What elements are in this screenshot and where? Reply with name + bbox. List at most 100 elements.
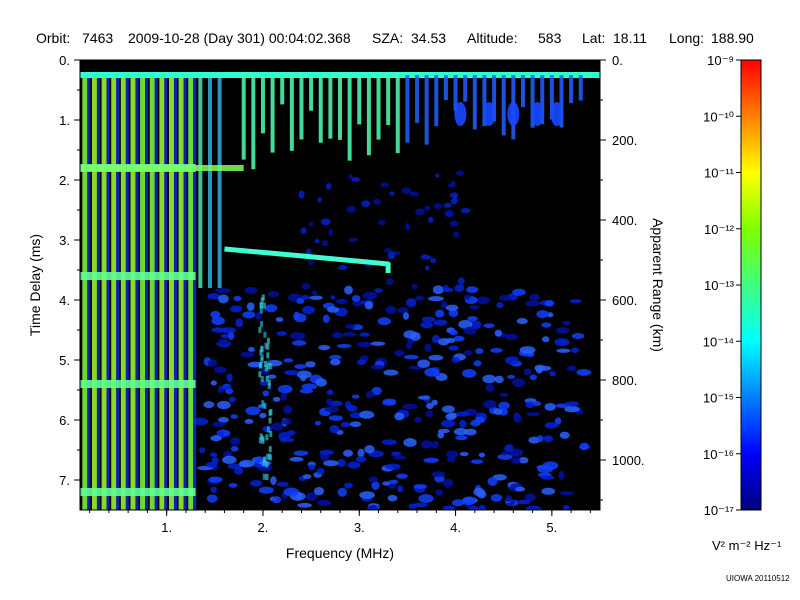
noise-blob xyxy=(405,223,411,231)
noise-blob xyxy=(394,412,405,421)
noise-blob xyxy=(267,383,271,390)
noise-blob xyxy=(425,410,434,418)
noise-blob xyxy=(517,499,531,505)
noise-blob xyxy=(490,493,503,502)
noise-blob xyxy=(467,316,478,322)
noise-blob xyxy=(262,473,266,480)
noise-blob xyxy=(448,345,459,351)
noise-blob xyxy=(230,414,238,419)
harmonic-column xyxy=(111,78,117,510)
harmonic-column xyxy=(145,78,149,510)
noise-blob xyxy=(445,304,459,311)
noise-blob xyxy=(361,200,371,208)
ionogram-chart: 1. 2. 3. 4. 5. 0. 1. 2. 3. 4. 5. 6. 7. 0. 200. 400. 60… xyxy=(27,53,762,561)
noise-blob xyxy=(351,176,361,183)
noise-blob xyxy=(265,434,269,441)
surface-echo-drip xyxy=(280,75,285,105)
surface-echo-drip xyxy=(531,102,544,126)
noise-blob xyxy=(410,331,421,341)
colorbar xyxy=(740,59,762,511)
noise-blob xyxy=(318,344,331,351)
noise-blob xyxy=(437,431,445,439)
noise-blob xyxy=(330,358,341,366)
noise-blob xyxy=(209,452,218,457)
noise-blob xyxy=(387,251,396,260)
surface-echo-drip xyxy=(405,75,410,143)
noise-blob xyxy=(242,311,256,319)
colorbar-tick-label: 10⁻¹⁷ xyxy=(704,503,735,518)
noise-blob xyxy=(316,467,325,475)
noise-blob xyxy=(348,237,358,242)
noise-blob xyxy=(475,348,484,354)
noise-blob xyxy=(445,210,454,218)
noise-blob xyxy=(293,311,300,321)
harmonic-column xyxy=(198,78,203,288)
surface-echo-drip xyxy=(454,102,467,126)
noise-blob xyxy=(329,424,340,434)
noise-blob xyxy=(543,435,554,443)
noise-blob xyxy=(246,302,255,311)
noise-blob xyxy=(359,332,370,337)
noise-blob xyxy=(218,338,229,345)
noise-blob xyxy=(469,305,480,310)
noise-blob xyxy=(275,317,284,323)
noise-blob xyxy=(499,392,509,397)
noise-blob xyxy=(463,326,477,335)
y-tick-label: 7. xyxy=(59,473,70,488)
noise-blob xyxy=(377,317,391,326)
noise-blob xyxy=(259,349,263,356)
noise-blob xyxy=(289,332,306,340)
y2-tick-label: 800. xyxy=(612,373,637,388)
noise-blob xyxy=(554,338,570,347)
noise-blob xyxy=(571,332,585,339)
noise-blob xyxy=(418,494,434,503)
noise-blob xyxy=(428,216,434,223)
noise-blob xyxy=(212,421,226,427)
x-tick-label: 2. xyxy=(258,520,269,535)
noise-blob xyxy=(377,219,386,226)
noise-blob xyxy=(402,403,418,410)
noise-blob xyxy=(261,294,265,301)
noise-blob xyxy=(483,400,497,409)
noise-blob xyxy=(260,302,264,309)
noise-blob xyxy=(515,486,526,492)
noise-blob xyxy=(455,411,470,417)
noise-blob xyxy=(435,489,444,496)
noise-blob xyxy=(510,457,521,464)
noise-blob xyxy=(293,450,309,456)
noise-blob xyxy=(370,364,385,370)
surface-echo-drip xyxy=(415,75,420,123)
surface-echo-drip xyxy=(357,75,362,125)
noise-blob xyxy=(222,455,237,465)
noise-blob xyxy=(214,287,231,294)
harmonic-column xyxy=(91,78,97,510)
noise-blob xyxy=(326,389,334,396)
noise-blob xyxy=(356,341,373,348)
harmonic-column xyxy=(87,78,91,510)
surface-echo-drip xyxy=(434,75,439,127)
noise-blob xyxy=(544,422,559,429)
noise-blob xyxy=(283,358,294,363)
noise-blob xyxy=(415,295,425,301)
noise-blob xyxy=(269,430,273,437)
noise-blob xyxy=(559,431,570,439)
noise-blob xyxy=(424,343,432,352)
noise-blob xyxy=(346,206,356,213)
noise-blob xyxy=(315,378,327,387)
noise-blob xyxy=(499,294,512,301)
y2-axis: 0. 200. 400. 600. 800. 1000. xyxy=(600,53,645,501)
noise-blob xyxy=(365,390,375,399)
noise-blob xyxy=(351,295,361,302)
surface-echo-drip xyxy=(395,75,400,154)
noise-blob xyxy=(270,476,277,486)
noise-blob xyxy=(228,396,237,403)
y-axis-title: Time Delay (ms) xyxy=(27,234,43,336)
noise-blob xyxy=(311,290,318,295)
noise-blob xyxy=(544,402,556,411)
noise-blob xyxy=(443,478,454,488)
noise-blob xyxy=(442,284,449,293)
noise-blob xyxy=(314,420,321,426)
noise-blob xyxy=(420,254,430,260)
noise-blob xyxy=(326,306,340,313)
surface-echo-drip xyxy=(376,75,381,140)
